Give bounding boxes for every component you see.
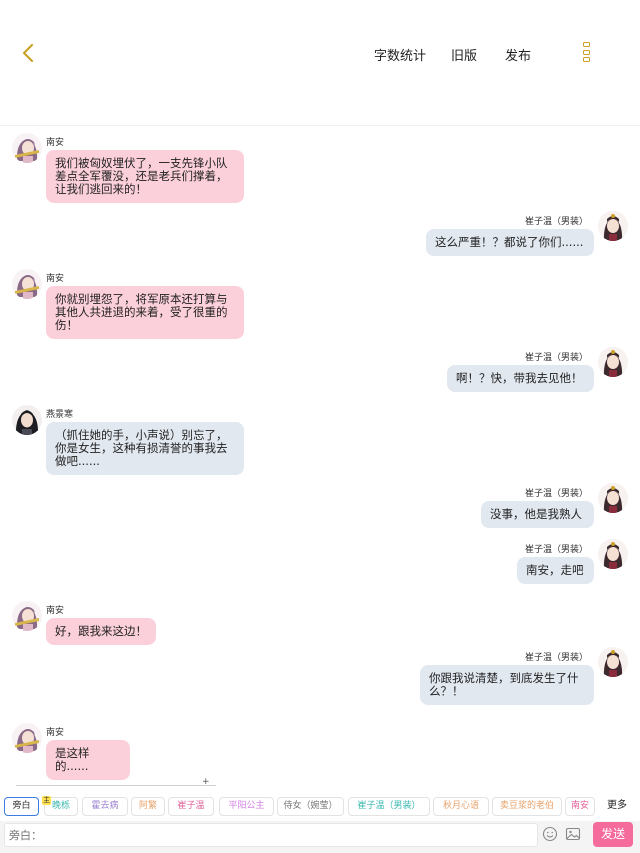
message-bubble[interactable]: 没事，他是我熟人: [481, 501, 594, 528]
insert-divider-plus[interactable]: +: [202, 777, 210, 787]
speaker-name: 南安: [46, 728, 65, 738]
emoji-icon[interactable]: [542, 826, 558, 842]
insert-divider: [16, 785, 216, 786]
speaker-avatar[interactable]: [12, 133, 42, 163]
speaker-name: 崔子温（男装）: [524, 653, 588, 663]
speaker-avatar[interactable]: [12, 405, 42, 435]
message-bubble[interactable]: 啊！？快，带我去见他！: [447, 365, 594, 392]
chat-message-8[interactable]: 崔子温（男装） 你跟我说清楚，到底发生了什 么？！: [0, 647, 640, 705]
message-line: 没事，他是我熟人: [490, 507, 582, 521]
message-line: 让我们逃回来的！: [55, 182, 147, 196]
message-bubble[interactable]: 南安，走吧: [517, 557, 594, 584]
message-bubble[interactable]: 是这样的......: [46, 740, 130, 780]
role-chip[interactable]: 旁白: [4, 797, 39, 816]
top-bar: 字数统计 旧版 发布: [0, 0, 640, 126]
role-chip[interactable]: 南安: [565, 797, 595, 816]
role-chip[interactable]: 侍女（婉莹）: [277, 797, 344, 816]
role-chip[interactable]: 平阳公主: [219, 797, 274, 816]
speaker-avatar[interactable]: [598, 647, 628, 677]
speaker-name: 南安: [46, 138, 65, 148]
back-chevron-icon[interactable]: [18, 42, 40, 64]
speaker-avatar[interactable]: [12, 601, 42, 631]
more-roles-button[interactable]: 更多: [600, 797, 634, 816]
chat-message-2[interactable]: 南安你就别埋怨了，将军原本还打算与 其他人共进退的来着，受了很重的 伤！: [0, 262, 640, 339]
image-icon[interactable]: [565, 826, 581, 842]
speaker-avatar[interactable]: [598, 347, 628, 377]
chat-message-3[interactable]: 崔子温（男装） 啊！？快，带我去见他！: [0, 347, 640, 392]
speaker-name: 崔子温（男装）: [524, 353, 588, 363]
chat-message-9[interactable]: 南安是这样的......: [0, 716, 640, 780]
chat-message-7[interactable]: 南安好，跟我来这边！: [0, 594, 640, 645]
speaker-name: 崔子温（男装）: [524, 545, 588, 555]
message-line: 其他人共进退的来着，受了很重的: [55, 305, 228, 319]
chat-message-6[interactable]: 崔子温（男装） 南安，走吧: [0, 539, 640, 584]
message-bubble[interactable]: 你跟我说清楚，到底发生了什 么？！: [420, 665, 594, 705]
message-line: 是这样的......: [55, 746, 90, 773]
chat-message-5[interactable]: 崔子温（男装） 没事，他是我熟人: [0, 483, 640, 528]
message-bubble[interactable]: 我们被匈奴埋伏了，一支先锋小队 差点全军覆没，还是老兵们撑着， 让我们逃回来的！: [46, 150, 244, 203]
speaker-name: 崔子温（男装）: [524, 217, 588, 227]
more-menu-icon[interactable]: [583, 42, 593, 66]
chat-message-1[interactable]: 崔子温（男装） 这么严重！？都说了你们......: [0, 211, 640, 256]
role-chip[interactable]: 卖豆浆的老伯: [492, 797, 562, 816]
message-line: 南安，走吧: [526, 563, 584, 577]
message-bubble[interactable]: 你就别埋怨了，将军原本还打算与 其他人共进退的来着，受了很重的 伤！: [46, 286, 244, 339]
speaker-name: 南安: [46, 274, 65, 284]
speaker-avatar[interactable]: [598, 539, 628, 569]
send-button[interactable]: 发送: [593, 822, 633, 847]
message-line: 伤！: [55, 318, 78, 332]
message-input[interactable]: [4, 823, 538, 847]
role-chip[interactable]: 霍去病: [82, 797, 128, 816]
speaker-name: 南安: [46, 606, 65, 616]
main-role-badge: 主: [42, 796, 51, 805]
role-selector-bar: 旁白 晚栎 霍去病 阿繁 崔子温 平阳公主 侍女（婉莹） 崔子温（男装） 秋月心语 卖豆浆的老伯南…: [0, 795, 640, 819]
role-chip[interactable]: 崔子温: [168, 797, 214, 816]
speaker-name: 燕景寒: [46, 410, 74, 420]
role-chip[interactable]: 崔子温（男装）: [348, 797, 430, 816]
old-version-button[interactable]: 旧版: [451, 45, 477, 64]
speaker-avatar[interactable]: [598, 483, 628, 513]
message-line: 啊！？快，带我去见他！: [456, 371, 583, 385]
speaker-avatar[interactable]: [12, 723, 42, 753]
role-chip[interactable]: 阿繁: [131, 797, 165, 816]
publish-button[interactable]: 发布: [505, 45, 531, 64]
message-line: 做吧......: [55, 454, 100, 468]
message-bubble[interactable]: 好，跟我来这边！: [46, 618, 156, 645]
message-line: 好，跟我来这边！: [55, 624, 147, 638]
speaker-avatar[interactable]: [12, 269, 42, 299]
role-chip[interactable]: 秋月心语: [433, 797, 489, 816]
input-bar: 发送: [0, 821, 640, 853]
chat-message-4[interactable]: 燕景寒 （抓住她的手，小声说）别忘了， 你是女生，这种有损清誉的事我去 做吧.....…: [0, 398, 640, 475]
chat-thread: 南安 我们被匈奴埋伏了，一支先锋小队 差点全军覆没，还是老兵们撑着， 让我们逃回来的！…: [0, 126, 640, 786]
message-bubble[interactable]: （抓住她的手，小声说）别忘了， 你是女生，这种有损清誉的事我去 做吧......: [46, 422, 244, 475]
word-count-button[interactable]: 字数统计: [374, 45, 426, 64]
chat-message-0[interactable]: 南安我们被匈奴埋伏了，一支先锋小队 差点全军覆没，还是老兵们撑着， 让我们逃回来的！: [0, 126, 640, 203]
speaker-avatar[interactable]: [598, 211, 628, 241]
message-line: 这么严重！？都说了你们......: [435, 235, 584, 249]
speaker-name: 崔子温（男装）: [524, 489, 588, 499]
message-bubble[interactable]: 这么严重！？都说了你们......: [426, 229, 594, 256]
message-line: 么？！: [429, 684, 464, 698]
